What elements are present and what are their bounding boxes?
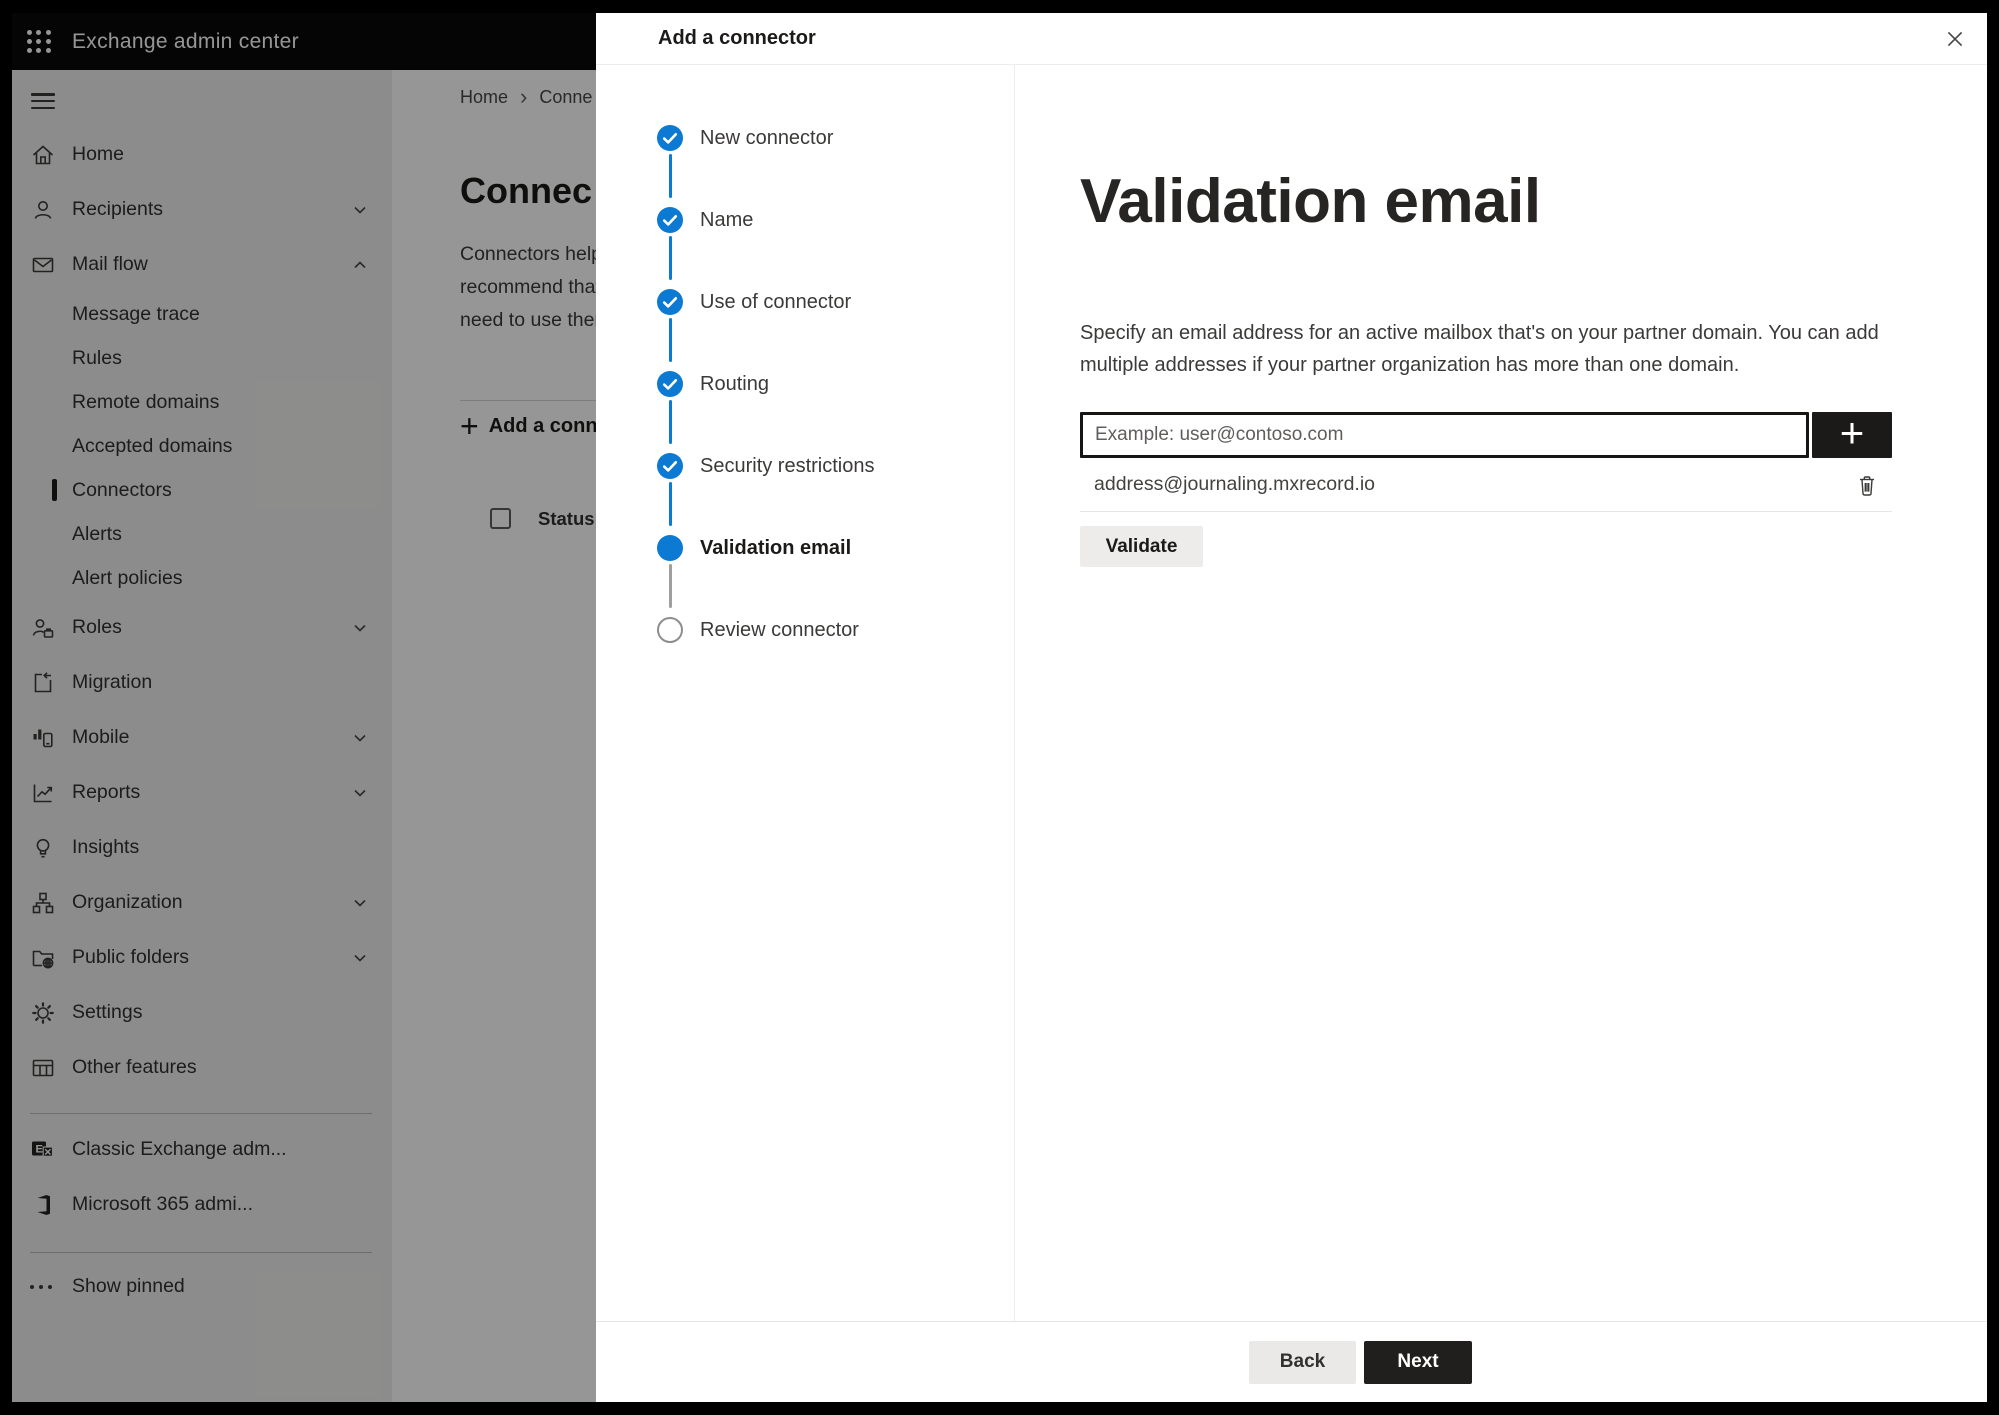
step-complete-check-icon (657, 453, 683, 479)
step-current-dot-icon (657, 535, 683, 561)
step-routing[interactable]: Routing (596, 343, 1014, 444)
next-button[interactable]: Next (1364, 1340, 1472, 1384)
app-window: Exchange admin center Home Recipients Ma… (12, 13, 1987, 1402)
add-connector-dialog: Add a connector New connector Name Use o… (596, 13, 1987, 1402)
validation-email-input[interactable] (1080, 412, 1809, 458)
dialog-footer: Back Next (596, 1321, 1987, 1402)
close-icon[interactable] (1939, 23, 1971, 55)
dialog-body: New connector Name Use of connector Rout… (596, 65, 1987, 1321)
back-button[interactable]: Back (1249, 1340, 1356, 1384)
step-heading: Validation email (1080, 167, 1541, 236)
validation-email-panel: Validation email Specify an email addres… (1015, 65, 1987, 1321)
step-validation-email[interactable]: Validation email (596, 507, 1014, 608)
delete-address-button[interactable] (1852, 470, 1882, 500)
validate-button[interactable]: Validate (1080, 526, 1203, 567)
step-complete-check-icon (657, 371, 683, 397)
plus-icon: + (1839, 409, 1865, 456)
dialog-header: Add a connector (596, 13, 1987, 65)
step-upcoming-circle-icon (657, 617, 683, 643)
step-security-restrictions[interactable]: Security restrictions (596, 425, 1014, 526)
step-complete-check-icon (657, 207, 683, 233)
screenshot-root: { "colors":{ "accent":"#0c79d2", "topbar… (0, 0, 1999, 1415)
step-new-connector[interactable]: New connector (596, 97, 1014, 198)
added-address-row: address@journaling.mxrecord.io (1080, 458, 1892, 512)
email-input-row: + (1080, 412, 1892, 458)
step-complete-check-icon (657, 289, 683, 315)
wizard-stepper: New connector Name Use of connector Rout… (596, 65, 1015, 1321)
step-name[interactable]: Name (596, 179, 1014, 280)
added-address-value: address@journaling.mxrecord.io (1094, 473, 1376, 495)
add-email-button[interactable]: + (1812, 412, 1892, 458)
step-review-connector[interactable]: Review connector (596, 589, 1014, 671)
step-use-of-connector[interactable]: Use of connector (596, 261, 1014, 362)
trash-icon (1856, 473, 1878, 497)
dialog-title: Add a connector (658, 27, 816, 49)
step-description: Specify an email address for an active m… (1080, 322, 1879, 376)
step-complete-check-icon (657, 125, 683, 151)
